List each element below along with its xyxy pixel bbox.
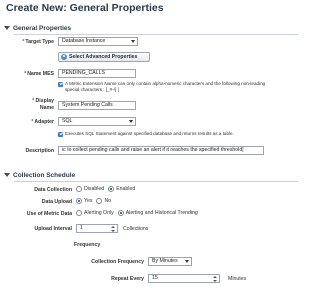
frequency-heading: Frequency	[74, 242, 101, 248]
data-collection-label: Data Collection	[34, 187, 72, 193]
properties-icon	[61, 54, 67, 60]
data-upload-no-radio[interactable]	[96, 198, 103, 204]
general-properties-title: General Properties	[13, 24, 72, 32]
section-divider	[14, 34, 298, 35]
collection-schedule-title: Collection Schedule	[13, 171, 76, 179]
metric-data-options: Alerting Only Alerting and Historical Tr…	[76, 210, 198, 216]
alerting-historical-radio[interactable]	[117, 210, 124, 216]
display-name-label: * Display Name	[32, 98, 54, 111]
spinner-arrows-icon[interactable]	[213, 275, 218, 282]
data-collection-options: Disabled Enabled	[76, 186, 135, 192]
data-collection-enabled-radio[interactable]	[108, 186, 115, 192]
select-advanced-properties-button[interactable]: Select Advanced Properties	[58, 52, 150, 62]
general-properties-header[interactable]: General Properties	[3, 22, 71, 34]
upload-interval-input[interactable]: 1	[76, 224, 118, 233]
alerting-only-radio[interactable]	[76, 210, 82, 216]
page-title: Create New: General Properties	[6, 2, 164, 14]
adapter-label: *Adapter	[31, 119, 54, 125]
dropdown-arrow-icon	[131, 40, 135, 43]
target-type-label: *Target Type	[22, 39, 54, 45]
name-mes-input[interactable]: PENDING_CALLS	[58, 69, 136, 78]
repeat-every-unit: Minutes	[228, 276, 247, 282]
upload-interval-unit: Collections	[123, 226, 149, 232]
dropdown-arrow-icon	[129, 120, 133, 123]
name-mes-hint: A Metric Extension Name can only contain…	[58, 81, 280, 92]
data-collection-disabled-radio[interactable]	[76, 186, 82, 192]
description-label: Description	[25, 148, 54, 154]
upload-interval-label: Upload Interval	[34, 226, 72, 232]
spinner-arrows-icon[interactable]	[111, 225, 116, 232]
data-upload-options: Yes No	[76, 198, 111, 204]
collection-frequency-select[interactable]: By Minutes	[148, 257, 192, 266]
description-input[interactable]: ic to collect pending calls and raise an…	[58, 146, 264, 155]
repeat-every-label: Repeat Every	[111, 276, 144, 282]
target-type-select[interactable]: Database Instance	[58, 37, 138, 46]
adapter-hint: Executes SQL Statement against specified…	[58, 131, 280, 137]
adapter-select[interactable]: SQL	[58, 117, 136, 126]
data-upload-label: Data Upload	[41, 199, 72, 205]
info-check-icon	[58, 81, 63, 87]
name-mes-label: *Name MES	[24, 71, 54, 77]
data-upload-yes-radio[interactable]	[76, 198, 82, 204]
display-name-input[interactable]: System Pending Calls	[58, 101, 136, 110]
use-of-metric-data-label: Use of Metric Data	[26, 211, 72, 217]
section-divider	[14, 181, 298, 182]
collection-schedule-header[interactable]: Collection Schedule	[3, 169, 75, 181]
collapse-triangle-icon[interactable]	[4, 26, 10, 30]
repeat-every-input[interactable]: 15	[148, 274, 220, 283]
info-check-icon	[58, 131, 63, 137]
collapse-triangle-icon[interactable]	[4, 173, 10, 177]
dropdown-arrow-icon	[185, 260, 189, 263]
collection-frequency-label: Collection Frequency	[91, 259, 144, 265]
